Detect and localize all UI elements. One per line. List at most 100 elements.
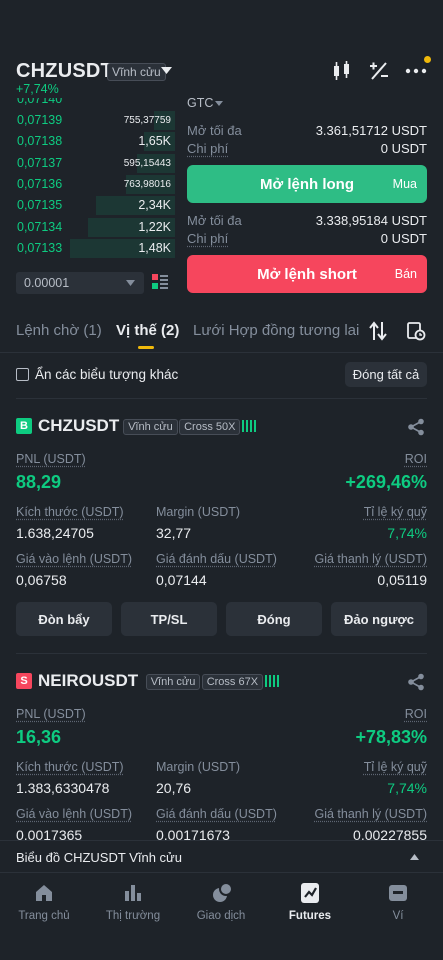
pnl-value: 16,36 — [16, 727, 62, 747]
orderbook-quantity: 763,98016 — [123, 178, 171, 190]
position-type-badge: Vĩnh cửu — [145, 674, 201, 690]
long-fee-value: 0 USDT — [380, 141, 427, 156]
margin-ratio-value: 7,74% — [387, 780, 427, 796]
short-fee-value: 0 USDT — [380, 231, 427, 246]
reverse-button[interactable]: Đảo ngược — [331, 602, 427, 636]
more-options-icon[interactable] — [404, 60, 428, 82]
time-in-force[interactable]: GTC — [187, 97, 247, 111]
orderbook-price: 0,07134 — [17, 219, 63, 234]
tab-open-orders[interactable]: Lệnh chờ (1) — [16, 322, 102, 339]
pnl-label: PNL (USDT) — [16, 452, 86, 466]
short-fee-label: Chi phí — [187, 231, 229, 246]
pnl-label: PNL (USDT) — [16, 707, 86, 721]
open-long-label: Mở lệnh long — [260, 175, 354, 193]
long-max-value: 3.361,51712 USDT — [315, 123, 427, 138]
orderbook-price: 0,07135 — [17, 198, 63, 213]
sell-tag: Bán — [394, 267, 417, 281]
tab-positions[interactable]: Vị thế (2) — [116, 322, 179, 339]
size-label: Kích thước (USDT) — [16, 505, 124, 519]
hide-others-label: Ẩn các biểu tượng khác — [35, 367, 179, 382]
entry-price-label: Giá vào lệnh (USDT) — [16, 552, 133, 566]
trade-icon — [213, 882, 233, 902]
sort-icon[interactable] — [369, 321, 387, 341]
short-max-label: Mở tối đa — [187, 213, 242, 228]
home-icon — [36, 885, 52, 901]
liq-price-value: 0,05119 — [377, 572, 427, 588]
margin-value: 20,76 — [156, 780, 192, 796]
chevron-up-icon — [410, 854, 419, 860]
strength-bars-icon — [264, 675, 279, 687]
tpsl-button[interactable]: TP/SL — [121, 602, 217, 636]
orderbook-row[interactable]: 0,07137 595,15443 — [0, 153, 175, 174]
mark-price-label: Giá đánh dấu (USDT) — [156, 807, 277, 821]
calculator-icon[interactable] — [368, 60, 390, 82]
roi-label: ROI — [404, 707, 427, 721]
liq-price-label: Giá thanh lý (USDT) — [314, 552, 427, 566]
wallet-icon — [389, 885, 407, 901]
candlestick-chart-icon[interactable] — [331, 60, 353, 82]
pnl-value: 88,29 — [16, 472, 62, 492]
share-icon[interactable] — [407, 673, 425, 691]
contract-type-badge: Vĩnh cửu — [107, 63, 166, 81]
price-change: +7,74% — [16, 82, 59, 96]
position-type-badge: Vĩnh cửu — [123, 419, 178, 435]
markets-icon — [125, 885, 141, 901]
leverage-badge[interactable]: Cross 50X — [179, 419, 241, 435]
position-symbol[interactable]: CHZUSDT — [38, 416, 119, 436]
orderbook-quantity: 755,37759 — [123, 115, 171, 126]
orderbook-partial-row: 0,07140 — [17, 98, 63, 106]
size-label: Kích thước (USDT) — [16, 760, 124, 774]
tab-futures-grid[interactable]: Lưới Hợp đồng tương lai — [193, 322, 359, 339]
orderbook-row[interactable]: 0,07139 755,37759 — [0, 110, 175, 131]
tif-chevron-icon — [215, 101, 223, 106]
bottom-navigation: Trang chủ Thị trường Giao dịch Futures V… — [0, 872, 443, 960]
buy-tag: Mua — [392, 177, 417, 191]
orderbook-row[interactable]: 0,07134 1,22K — [0, 217, 175, 238]
orderbook-price: 0,07139 — [17, 113, 63, 127]
orderbook: 0,07139 755,37759 0,07138 1,65K 0,07137 595,1… — [0, 110, 180, 265]
symbol-dropdown-icon[interactable] — [161, 67, 172, 75]
section-divider — [16, 398, 427, 399]
active-tab-indicator — [138, 346, 154, 349]
orderbook-price: 0,07133 — [17, 240, 63, 255]
close-all-button[interactable]: Đóng tất cả — [345, 362, 427, 387]
orderbook-quantity: 2,34K — [138, 198, 171, 213]
margin-label: Margin (USDT) — [156, 760, 241, 774]
tabs-divider — [0, 352, 443, 353]
chart-bar[interactable]: Biểu đồ CHZUSDT Vĩnh cửu — [0, 840, 443, 872]
entry-price-value: 0,06758 — [16, 572, 67, 588]
roi-label: ROI — [404, 452, 427, 466]
hide-others-checkbox[interactable] — [16, 368, 29, 381]
mark-price-value: 0,07144 — [156, 572, 207, 588]
strength-bars-icon — [242, 420, 257, 432]
liq-price-label: Giá thanh lý (USDT) — [314, 807, 427, 821]
roi-value: +78,83% — [355, 727, 427, 747]
orderbook-layout-icon[interactable] — [152, 274, 168, 290]
close-button[interactable]: Đóng — [226, 602, 322, 636]
open-short-button[interactable]: Mở lệnh short Bán — [187, 255, 427, 293]
share-icon[interactable] — [407, 418, 425, 436]
mark-price-label: Giá đánh dấu (USDT) — [156, 552, 277, 566]
position-symbol[interactable]: NEIROUSDT — [38, 671, 138, 691]
chevron-down-icon — [126, 280, 135, 286]
futures-screen: CHZUSDT Vĩnh cửu +7,74% 0,07140 0,07139 7… — [0, 0, 443, 960]
leverage-button[interactable]: Đòn bẩy — [16, 602, 112, 636]
orderbook-quantity: 595,15443 — [123, 157, 171, 169]
order-history-icon[interactable] — [406, 321, 426, 341]
size-value: 1.638,24705 — [16, 525, 94, 541]
margin-label: Margin (USDT) — [156, 505, 241, 519]
precision-select[interactable]: 0.00001 — [16, 272, 144, 294]
orderbook-price: 0,07136 — [17, 176, 63, 191]
margin-value: 32,77 — [156, 525, 192, 541]
symbol-title[interactable]: CHZUSDT — [16, 60, 113, 83]
orderbook-row[interactable]: 0,07133 1,48K — [0, 238, 175, 259]
side-badge: S — [16, 673, 32, 689]
open-short-label: Mở lệnh short — [257, 265, 357, 283]
open-long-button[interactable]: Mở lệnh long Mua — [187, 165, 427, 203]
entry-price-label: Giá vào lệnh (USDT) — [16, 807, 133, 821]
leverage-badge[interactable]: Cross 67X — [201, 674, 264, 690]
orderbook-price: 0,07138 — [17, 134, 63, 149]
orderbook-row[interactable]: 0,07138 1,65K — [0, 131, 175, 152]
orderbook-row[interactable]: 0,07136 763,98016 — [0, 174, 175, 195]
orderbook-row[interactable]: 0,07135 2,34K — [0, 195, 175, 216]
